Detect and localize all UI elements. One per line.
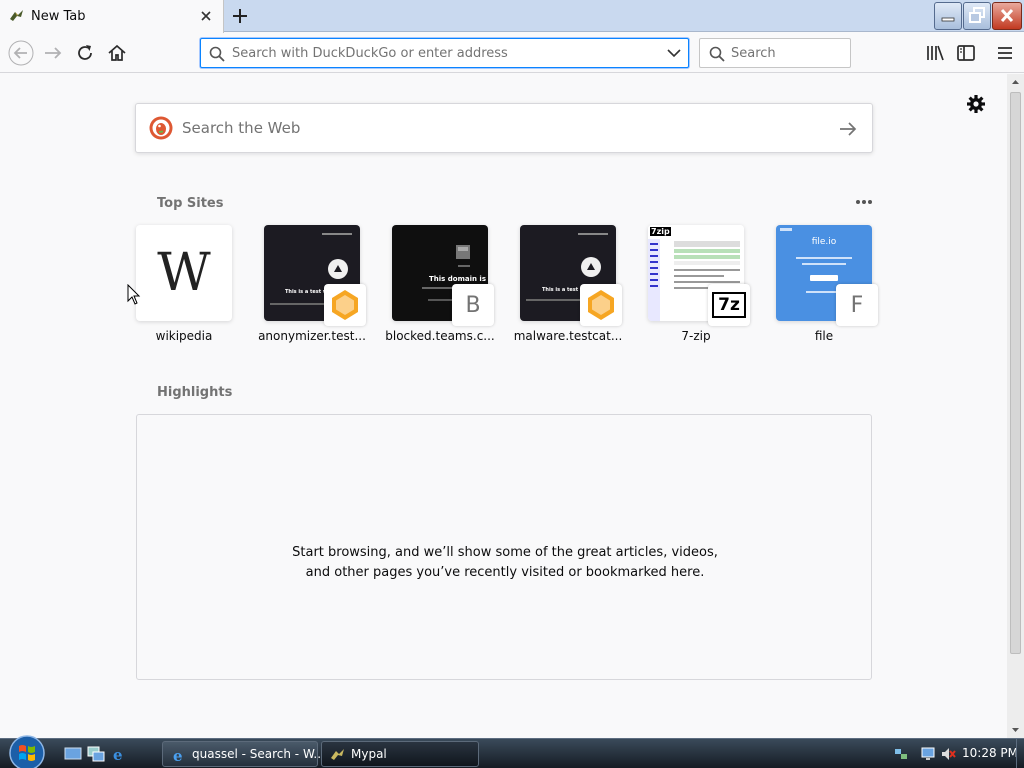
- preview-heading: file.io: [811, 237, 837, 247]
- navigation-toolbar: Search with DuckDuckGo or enter address …: [0, 33, 1024, 73]
- search-icon: [709, 46, 725, 62]
- task-label: quassel - Search - W...: [192, 747, 325, 761]
- display-icon[interactable]: [920, 746, 936, 762]
- search-input[interactable]: Search: [731, 46, 776, 61]
- site-thumbnail: W: [136, 225, 232, 321]
- title-bar: New Tab: [0, 0, 1024, 33]
- site-icon-badge: [324, 284, 366, 326]
- internet-explorer-icon: e: [173, 747, 183, 763]
- url-input[interactable]: Search with DuckDuckGo or enter address: [232, 46, 508, 61]
- wikipedia-logo: W: [157, 243, 211, 303]
- top-site-tile[interactable]: This is a test website malware.testcat..…: [514, 225, 622, 343]
- reload-icon[interactable]: [74, 42, 96, 64]
- search-bar[interactable]: Search: [699, 38, 851, 68]
- tab-title: New Tab: [31, 9, 86, 24]
- sevenzip-logo: 7z: [712, 292, 746, 318]
- close-window-button[interactable]: [992, 2, 1022, 30]
- volume-muted-icon[interactable]: [940, 746, 956, 762]
- hexagon-logo-icon: [332, 290, 358, 320]
- taskbar-item-quassel[interactable]: e quassel - Search - W...: [162, 741, 325, 767]
- site-label: wikipedia: [155, 329, 213, 343]
- taskbar-item-mypal[interactable]: Mypal: [321, 741, 479, 767]
- chevron-down-icon[interactable]: [667, 48, 681, 58]
- mypal-favicon-icon: [10, 10, 23, 21]
- preview-header: 7zip: [650, 227, 671, 236]
- duckduckgo-logo-icon: [149, 116, 173, 140]
- site-icon-badge: [580, 284, 622, 326]
- back-icon[interactable]: [8, 40, 34, 66]
- mouse-cursor-icon: [127, 284, 141, 305]
- top-site-tile[interactable]: This is a test website anonymizer.test..…: [258, 225, 366, 343]
- switch-windows-icon[interactable]: [87, 746, 105, 762]
- url-bar[interactable]: Search with DuckDuckGo or enter address: [200, 38, 689, 68]
- minimize-icon: [941, 17, 955, 22]
- windows-taskbar: e e quassel - Search - W... Mypal 10:28 …: [0, 735, 1024, 768]
- highlights-panel: Start browsing, and we’ll show some of t…: [136, 414, 872, 680]
- new-tab-page: Search the Web Top Sites W wikipedia Thi…: [0, 74, 1007, 738]
- gear-icon[interactable]: [966, 94, 986, 114]
- preview-heading: This domain is bloc: [429, 275, 488, 283]
- more-options-icon[interactable]: [853, 195, 875, 209]
- top-site-tile[interactable]: file.io F file: [776, 225, 878, 343]
- show-desktop-button[interactable]: [1016, 739, 1024, 768]
- menu-icon[interactable]: [994, 42, 1016, 64]
- mypal-favicon-icon: [331, 749, 344, 760]
- top-site-tile[interactable]: This domain is bloc B blocked.teams.c...: [385, 225, 495, 343]
- system-clock: 10:28 PM: [962, 746, 1018, 760]
- search-icon: [209, 46, 225, 62]
- arrow-right-icon[interactable]: [838, 119, 858, 139]
- top-sites-title: Top Sites: [157, 196, 224, 211]
- sidebar-icon[interactable]: [955, 42, 977, 64]
- svg-text:e: e: [173, 747, 183, 763]
- site-label: blocked.teams.c...: [385, 329, 495, 343]
- scroll-up-arrow-icon[interactable]: [1007, 74, 1024, 90]
- start-button-icon[interactable]: [6, 733, 48, 768]
- web-search-input[interactable]: Search the Web: [182, 119, 300, 137]
- scroll-thumb[interactable]: [1010, 92, 1021, 654]
- highlights-empty-message: Start browsing, and we’ll show some of t…: [292, 545, 718, 580]
- scroll-down-arrow-icon[interactable]: [1007, 722, 1024, 738]
- restore-icon: [969, 7, 985, 23]
- minimize-button[interactable]: [934, 2, 962, 30]
- top-site-tile[interactable]: W wikipedia: [136, 225, 232, 343]
- site-icon-badge: 7z: [708, 284, 750, 326]
- close-icon: [1000, 8, 1014, 23]
- restore-button[interactable]: [963, 2, 991, 30]
- home-icon[interactable]: [106, 42, 128, 64]
- vertical-scrollbar[interactable]: [1007, 74, 1024, 738]
- internet-explorer-icon[interactable]: e: [110, 746, 128, 762]
- top-site-tile[interactable]: 7zip 7z 7-zip: [648, 225, 750, 343]
- highlights-title: Highlights: [157, 385, 233, 400]
- show-desktop-icon[interactable]: [64, 746, 82, 762]
- svg-text:e: e: [113, 746, 123, 762]
- site-label: anonymizer.test...: [258, 329, 366, 343]
- web-search-box[interactable]: Search the Web: [135, 103, 873, 153]
- hexagon-logo-icon: [588, 290, 614, 320]
- task-label: Mypal: [351, 747, 387, 761]
- tab-new-tab[interactable]: New Tab: [0, 0, 224, 33]
- site-icon-badge: B: [452, 284, 494, 326]
- site-label: file: [814, 329, 834, 343]
- new-tab-plus-icon[interactable]: [230, 6, 250, 26]
- forward-icon[interactable]: [42, 42, 64, 64]
- site-icon-badge: F: [836, 284, 878, 326]
- network-icon[interactable]: [893, 746, 909, 762]
- library-icon[interactable]: [924, 42, 946, 64]
- site-label: 7-zip: [681, 329, 711, 343]
- site-label: malware.testcat...: [513, 329, 623, 343]
- close-tab-icon[interactable]: [199, 9, 213, 23]
